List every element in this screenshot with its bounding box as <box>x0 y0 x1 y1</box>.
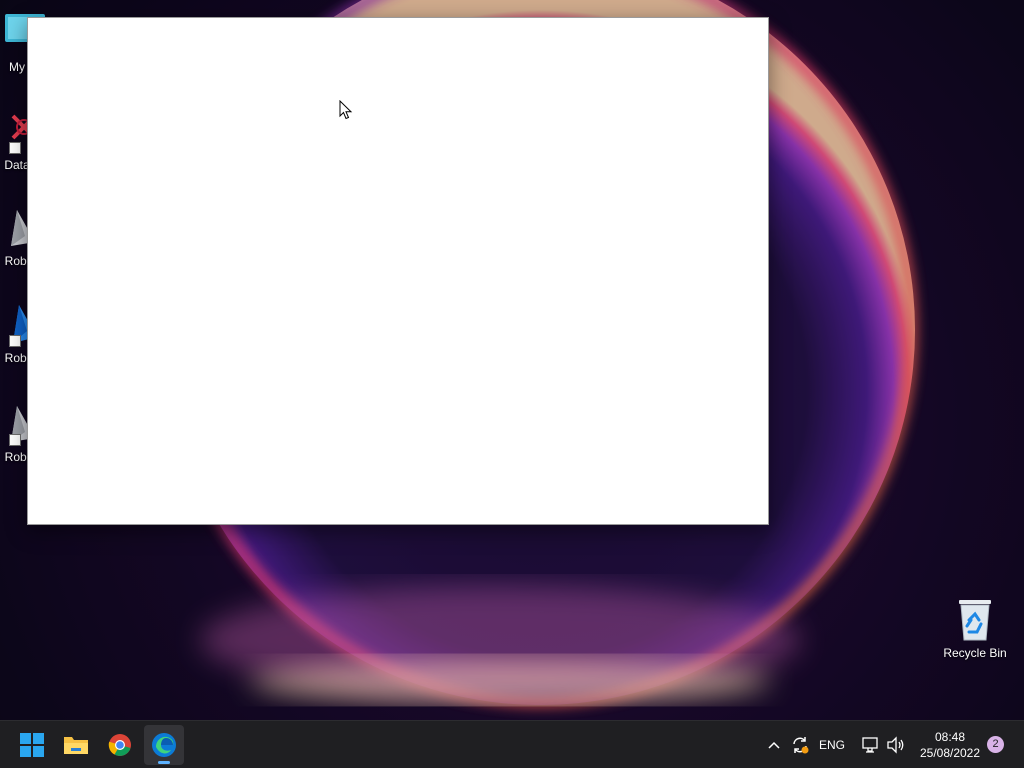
windows-logo-icon <box>20 733 44 757</box>
file-explorer-button[interactable] <box>56 725 96 765</box>
folder-icon <box>64 737 88 754</box>
notification-badge[interactable]: 2 <box>987 736 1004 753</box>
chevron-up-icon <box>768 741 780 749</box>
taskbar: ENG 08:48 25/08/2022 2 <box>0 720 1024 768</box>
network-icon <box>862 737 878 753</box>
blank-app-window[interactable] <box>27 17 769 525</box>
speaker-icon <box>887 736 904 754</box>
show-hidden-icons-button[interactable] <box>764 733 784 757</box>
recycle-bin-icon <box>953 598 997 642</box>
network-button[interactable] <box>858 733 882 757</box>
shortcut-arrow-icon <box>9 434 21 446</box>
mouse-cursor-icon <box>339 100 353 120</box>
clock-button[interactable]: 08:48 25/08/2022 <box>912 729 988 761</box>
edge-icon <box>152 733 176 757</box>
volume-button[interactable] <box>884 733 908 757</box>
desktop-icon-recycle-bin[interactable]: Recycle Bin <box>938 598 1012 660</box>
sync-icon <box>793 737 809 754</box>
clock-date: 25/08/2022 <box>919 746 981 760</box>
chrome-button[interactable] <box>100 725 140 765</box>
clock-time: 08:48 <box>934 730 966 744</box>
sync-status-button[interactable] <box>788 733 812 757</box>
chrome-icon <box>108 734 131 756</box>
shortcut-arrow-icon <box>9 142 21 154</box>
edge-button[interactable] <box>144 725 184 765</box>
start-button[interactable] <box>12 725 52 765</box>
desktop[interactable]: My C Data Robl Robl Robl Recycle Bin <box>0 0 1024 720</box>
shortcut-arrow-icon <box>9 335 21 347</box>
input-language-button[interactable]: ENG <box>816 733 848 757</box>
desktop-icon-label: Recycle Bin <box>943 646 1007 660</box>
